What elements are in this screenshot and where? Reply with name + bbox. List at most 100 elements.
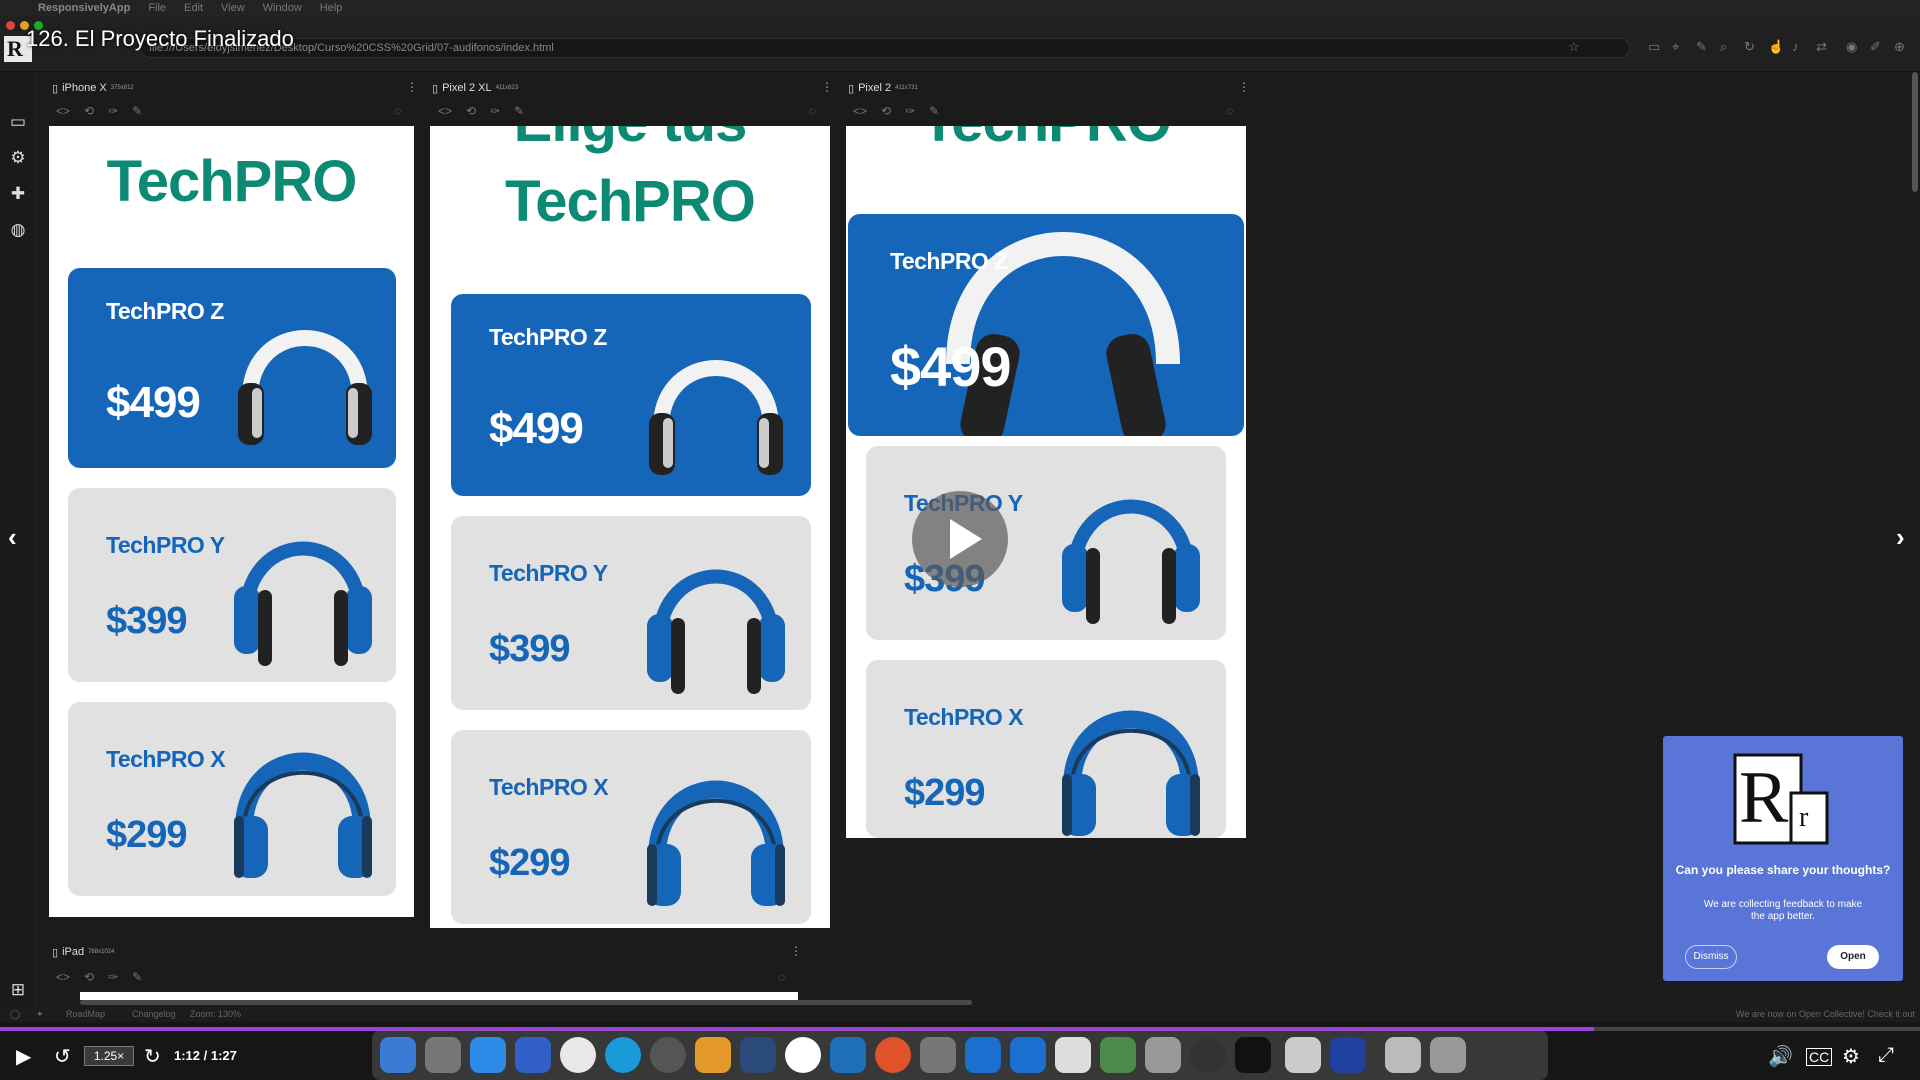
product-card-z[interactable]: TechPRO Z $499	[68, 268, 396, 468]
vscode-icon[interactable]	[830, 1037, 866, 1073]
rotate-device-icon[interactable]: ⟲	[466, 104, 476, 118]
fullscreen-icon[interactable]: ⤢	[1878, 1044, 1894, 1067]
pick-icon[interactable]: ✑	[490, 104, 500, 118]
edit-icon[interactable]: ✎	[1696, 39, 1707, 55]
refresh-icon[interactable]: ◌	[809, 104, 816, 118]
bookmark-icon[interactable]: ☆	[1568, 39, 1580, 55]
menubar-app-name[interactable]: ResponsivelyApp	[38, 2, 130, 14]
menu-view[interactable]: View	[221, 2, 245, 14]
responsively-dock-icon[interactable]	[1055, 1037, 1091, 1073]
devices-icon[interactable]: ▭	[8, 112, 28, 132]
playback-speed[interactable]: 1.25×	[84, 1046, 134, 1066]
device-menu-icon[interactable]: ⋮	[821, 80, 833, 94]
sketch-icon[interactable]	[695, 1037, 731, 1073]
chrome-icon[interactable]	[560, 1037, 596, 1073]
app-store-icon[interactable]	[1010, 1037, 1046, 1073]
twitter-icon[interactable]: ✦	[36, 1009, 44, 1020]
obs-icon[interactable]	[1190, 1037, 1226, 1073]
settings-gear-icon[interactable]: ⚙	[8, 148, 28, 168]
mute-icon[interactable]: ♪	[1792, 39, 1799, 54]
finder-icon[interactable]	[380, 1037, 416, 1073]
edit-device-icon[interactable]: ✎	[132, 104, 142, 118]
rotate-icon[interactable]: ↻	[1744, 39, 1755, 55]
product-card-x[interactable]: TechPRO X $299	[866, 660, 1226, 838]
inspect-icon[interactable]: ⌖	[1672, 39, 1679, 55]
product-card-z[interactable]: TechPRO Z $499	[451, 294, 811, 496]
documents-icon[interactable]	[1385, 1037, 1421, 1073]
edit-device-icon[interactable]: ✎	[132, 970, 142, 984]
network-globe-icon[interactable]: ◍	[8, 220, 28, 240]
open-button[interactable]: Open	[1827, 945, 1879, 969]
refresh-icon[interactable]: ◌	[394, 104, 401, 118]
launchpad-icon[interactable]	[425, 1037, 461, 1073]
code-icon[interactable]: <>	[56, 970, 70, 984]
roadmap-link[interactable]: RoadMap	[66, 1009, 105, 1019]
changelog-link[interactable]: Changelog	[132, 1009, 176, 1019]
menu-file[interactable]: File	[148, 2, 166, 14]
product-card-y[interactable]: TechPRO Y $399	[68, 488, 396, 682]
postman-icon[interactable]	[875, 1037, 911, 1073]
device-menu-icon[interactable]: ⋮	[406, 80, 418, 94]
mongodb-icon[interactable]	[785, 1037, 821, 1073]
rewind-icon[interactable]: ↺	[54, 1044, 71, 1069]
edge-icon[interactable]	[605, 1037, 641, 1073]
play-button[interactable]: ▶	[16, 1044, 31, 1069]
theme-icon[interactable]: ✐	[1870, 39, 1881, 55]
notes-icon[interactable]	[1285, 1037, 1321, 1073]
device-menu-icon[interactable]: ⋮	[1238, 80, 1250, 94]
code-icon[interactable]: <>	[438, 104, 452, 118]
extensions-puzzle-icon[interactable]: ✚	[8, 184, 28, 204]
rotate-device-icon[interactable]: ⟲	[84, 970, 94, 984]
pick-icon[interactable]: ✑	[108, 104, 118, 118]
layout-icon[interactable]: ▭	[1648, 39, 1660, 55]
android-studio-icon[interactable]	[1100, 1037, 1136, 1073]
forward-icon[interactable]: ↻	[144, 1044, 161, 1069]
product-card-y[interactable]: TechPRO Y $399	[451, 516, 811, 710]
zoom-icon[interactable]: ⌕	[1720, 39, 1727, 55]
product-card-x[interactable]: TechPRO X $299	[68, 702, 396, 896]
github-desktop-icon[interactable]	[920, 1037, 956, 1073]
captions-icon[interactable]: CC	[1806, 1048, 1833, 1066]
trash-icon[interactable]	[1430, 1037, 1466, 1073]
rotate-device-icon[interactable]: ⟲	[84, 104, 94, 118]
menu-window[interactable]: Window	[263, 2, 302, 14]
close-window-icon[interactable]	[6, 21, 15, 30]
screenshot-icon[interactable]: ◉	[1846, 39, 1857, 55]
address-bar[interactable]: file:///Users/eloyjsimenez/Desktop/Curso…	[140, 38, 1630, 58]
video-play-overlay[interactable]	[912, 491, 1008, 587]
firefox-icon[interactable]	[515, 1037, 551, 1073]
device-menu-icon[interactable]: ⋮	[790, 944, 802, 958]
audition-icon[interactable]	[1330, 1037, 1366, 1073]
refresh-icon[interactable]: ◌	[1226, 104, 1233, 118]
vertical-scrollbar[interactable]	[1912, 72, 1918, 192]
pick-icon[interactable]: ✑	[108, 970, 118, 984]
github-icon[interactable]: ◯	[10, 1009, 20, 1020]
safari-icon[interactable]	[470, 1037, 506, 1073]
dismiss-button[interactable]: Dismiss	[1685, 945, 1737, 969]
xcode-icon[interactable]	[965, 1037, 1001, 1073]
gift-icon[interactable]: ⊞	[8, 980, 28, 1000]
volume-icon[interactable]: 🔊	[1768, 1044, 1793, 1069]
pointer-icon[interactable]: ☝	[1768, 39, 1784, 55]
code-icon[interactable]: <>	[56, 104, 70, 118]
horizontal-scrollbar[interactable]	[80, 1000, 972, 1005]
refresh-icon[interactable]: ◌	[778, 970, 785, 984]
edit-device-icon[interactable]: ✎	[929, 104, 939, 118]
code-icon[interactable]: <>	[853, 104, 867, 118]
menu-edit[interactable]: Edit	[184, 2, 203, 14]
sync-icon[interactable]: ⇄	[1816, 39, 1827, 55]
product-card-z[interactable]: TechPRO Z $499	[848, 214, 1244, 436]
rotate-device-icon[interactable]: ⟲	[881, 104, 891, 118]
terminal-icon[interactable]	[1235, 1037, 1271, 1073]
edit-device-icon[interactable]: ✎	[514, 104, 524, 118]
product-card-x[interactable]: TechPRO X $299	[451, 730, 811, 924]
zoom-in-icon[interactable]: ⊕	[1894, 39, 1905, 55]
menu-help[interactable]: Help	[320, 2, 343, 14]
chevron-left-icon[interactable]: ‹	[8, 522, 17, 553]
cursor-tool-icon[interactable]	[740, 1037, 776, 1073]
system-preferences-icon[interactable]	[650, 1037, 686, 1073]
pick-icon[interactable]: ✑	[905, 104, 915, 118]
settings-icon[interactable]: ⚙	[1842, 1044, 1860, 1069]
open-collective-notice[interactable]: We are now on Open Collective! Check it …	[1736, 1009, 1915, 1019]
photos-icon[interactable]	[1145, 1037, 1181, 1073]
